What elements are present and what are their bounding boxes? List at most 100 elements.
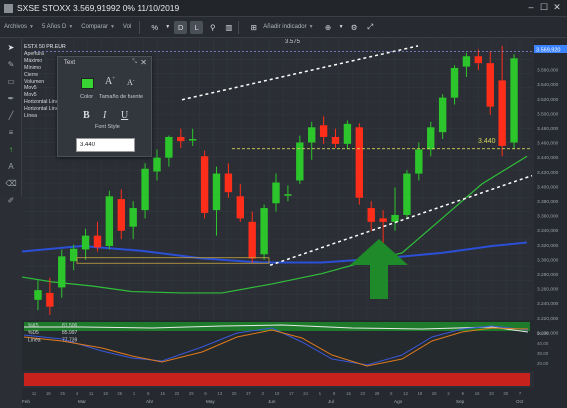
chart-style-icon[interactable]: ▥ [222,21,235,34]
candle-body-down [117,199,125,231]
files-menu[interactable]: Archivos ▼ [4,17,34,37]
eraser-icon[interactable]: ⌫ [0,175,22,192]
day-tick-label: 25 [117,391,122,396]
candle[interactable] [260,204,268,260]
top-line-label: 3.575 [285,39,301,45]
candle[interactable] [105,190,114,250]
line-icon[interactable]: ╱ [0,107,22,124]
day-tick-label: 20 [232,391,237,396]
candle[interactable] [355,123,364,205]
chevron-down-icon[interactable]: ▼ [338,21,345,34]
day-tick-label: 26 [432,391,437,396]
day-tick-label: 22 [175,391,180,396]
candle-body-up [391,214,399,222]
layout-icon[interactable]: ⊞ [247,21,260,34]
oscillator-tick-label: 30.00 [537,351,549,356]
candle[interactable] [296,135,304,184]
fibonacci-icon[interactable]: ≡ [0,124,22,141]
candle-body-up [105,196,114,246]
compare-menu[interactable]: Comparar ▼ [81,17,115,37]
candle-body-up [415,149,423,174]
cursor-icon[interactable]: ➤ [0,39,22,56]
candle-body-down [319,125,328,137]
close-icon[interactable]: ✕ [551,2,563,13]
price-tick-label: 3.400,000 [537,184,559,190]
draw-button-d[interactable]: D [174,20,188,34]
text-properties-panel: Text ⤡ ✕ A+ A- Color Tamaño de fuente B … [57,56,152,157]
candle-body-up [141,168,149,211]
brush-alt-icon[interactable]: ✐ [0,192,22,209]
candle-body-down [474,56,483,64]
files-menu-label: Archivos [4,24,28,30]
day-tick-label: 16 [475,391,480,396]
rectangle-icon[interactable]: ▭ [0,73,22,90]
candle-body-down [177,136,185,142]
day-tick-label: 29 [375,391,380,396]
candle-body-up [427,127,435,150]
price-tick-label: 3.340,000 [537,228,559,234]
candle-body-down [93,235,102,248]
day-tick-label: 15 [346,391,351,396]
candle[interactable] [200,150,209,219]
candle-body-up [165,136,173,158]
legend-instrument-name: ESTX 50 PR.EUR [24,44,66,50]
toolbar: Archivos ▼ 5 Años D ▼ Comparar ▼ Vol % ▼ D … [0,17,567,38]
settings-icon[interactable]: ⚙ [348,21,361,34]
price-tick-label: 3.320,000 [537,243,559,249]
compare-label: Comparar [81,24,108,30]
chevron-down-icon[interactable]: ▼ [164,21,171,34]
target-price-label: 3.440 [478,138,496,145]
day-tick-label: 11 [32,391,37,396]
candle[interactable] [403,170,411,219]
arrow-up-icon[interactable]: ↑ [0,141,22,158]
bold-button[interactable]: B [83,110,90,121]
month-tick-label: Sep [456,399,465,404]
candle-body-up [510,58,518,143]
volume-label: Vol [122,24,132,30]
font-size-down-icon[interactable]: A- [127,78,134,87]
expand-icon[interactable]: ⤢ [364,21,377,34]
candle-body-down [367,208,375,222]
pin-icon[interactable]: ⚲ [206,21,219,34]
window-title: SXSE STOXX 3.569,91992 0% 11/10/2019 [17,3,180,13]
font-size-up-icon[interactable]: A+ [105,76,115,87]
candle-body-up [81,235,90,250]
candle-body-up [260,208,268,255]
minimize-icon[interactable]: – [525,2,537,13]
candle-body-up [284,194,292,196]
title-bar: SXSE STOXX 3.569,91992 0% 11/10/2019 – ☐… [0,0,567,17]
pin-icon[interactable]: ⤡ [132,59,137,66]
candle[interactable] [510,54,518,150]
color-swatch[interactable] [81,78,94,89]
volume-toggle[interactable]: Vol [123,17,131,37]
last-price-label: 3.569,920 [536,48,560,54]
month-tick-label: Feb [22,399,30,404]
add-indicator-menu[interactable]: Añadir indicador ▼ [263,17,313,37]
brush-icon[interactable]: ✎ [0,56,22,73]
day-tick-label: 15 [160,391,165,396]
text-input[interactable] [76,138,135,152]
close-icon[interactable]: ✕ [140,58,147,67]
day-tick-label: 17 [289,391,294,396]
candle[interactable] [141,163,149,219]
draw-button-l[interactable]: L [190,20,204,34]
maximize-icon[interactable]: ☐ [538,2,550,13]
period-selector[interactable]: 5 Años D ▼ [42,17,73,37]
underline-button[interactable]: U [121,110,128,121]
price-tick-label: 3.560,000 [537,68,559,74]
panel-title: Text [64,60,76,66]
time-axis[interactable]: 11 18 25 4 11 18 25 1 8 15 22 29 6 13 20 27 3 10 17 24 1 8 15 2… [22,388,567,408]
percent-icon[interactable]: % [148,21,161,34]
italic-button[interactable]: I [103,110,106,121]
oscillator-tick-label: 20.00 [537,361,549,366]
text-icon[interactable]: A [0,158,22,175]
candle-body-down [200,156,209,213]
day-tick-label: 11 [89,391,94,396]
zoom-icon[interactable]: ⊕ [322,21,335,34]
candle-body-down [224,173,233,193]
price-tick-label: 3.480,000 [537,126,559,132]
oscillator-panel[interactable]: 50.00 40.00 30.00 20.00 %K5 81.506 %D5 85.997 Lí… [22,320,549,386]
pen-icon[interactable]: ✒ [0,90,22,107]
day-tick-label: 12 [403,391,408,396]
oscillator-row-value: 81.506 [62,323,78,329]
